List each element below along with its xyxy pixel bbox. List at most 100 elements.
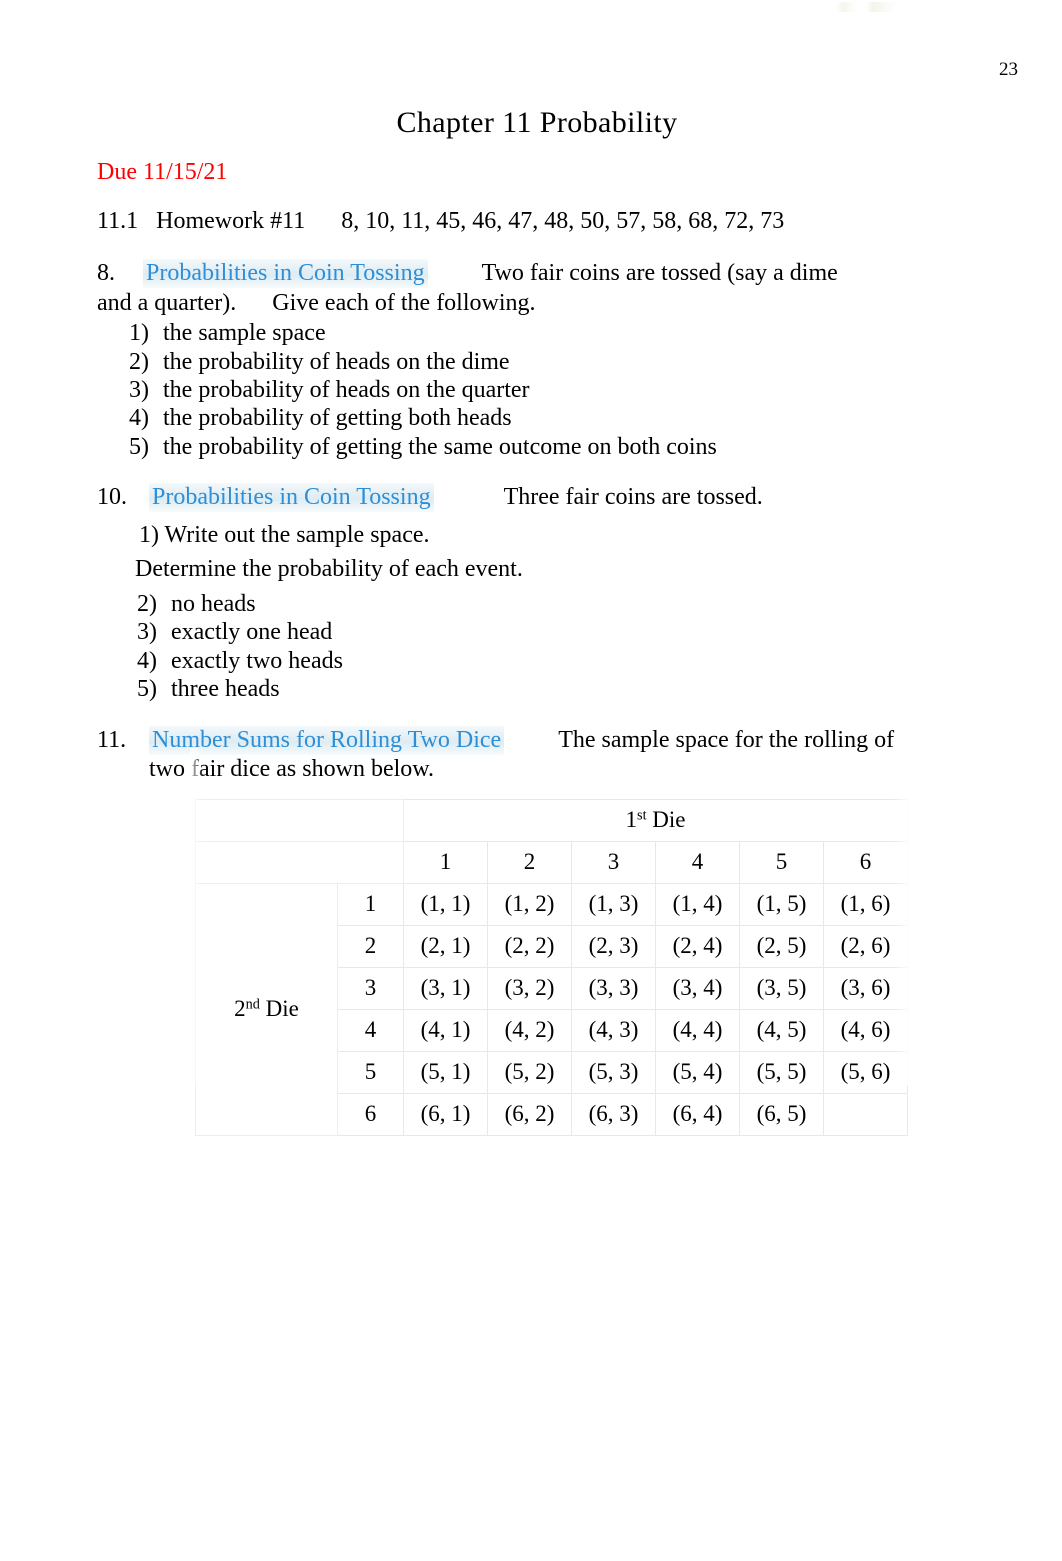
page-number: 23	[999, 59, 1018, 80]
row-header-5: 5	[337, 1050, 404, 1094]
column-header-4: 4	[655, 840, 740, 884]
second-die-header: 2nd Die	[195, 882, 338, 1136]
table-cell: (2, 2)	[487, 924, 572, 968]
list-marker: 1)	[129, 320, 149, 347]
table-cell: (6, 3)	[571, 1092, 656, 1136]
problem-11-number: 11.	[97, 726, 127, 753]
first-die-label-suffix: Die	[646, 807, 686, 832]
table-cell: (2, 1)	[403, 924, 488, 968]
list-item: 4) the probability of getting both heads	[129, 404, 977, 432]
list-item: 4) exactly two heads	[137, 647, 977, 675]
table-cell: (3, 2)	[487, 966, 572, 1010]
table-cell: (2, 5)	[739, 924, 824, 968]
row-header-1: 1	[337, 882, 404, 926]
table-row: 2nd Die 1 (1, 1) (1, 2) (1, 3) (1, 4) (1…	[195, 882, 909, 1136]
table-cell: (1, 1)	[403, 882, 488, 926]
table-cell: (2, 6)	[822, 924, 909, 968]
list-item: 3) the probability of heads on the quarte…	[129, 376, 977, 404]
column-header-3: 3	[571, 840, 656, 884]
list-item: 5) the probability of getting the same ou…	[129, 433, 977, 461]
table-cell: (2, 3)	[571, 924, 656, 968]
second-die-label-sup: nd	[245, 996, 260, 1013]
table-cell: (5, 4)	[655, 1050, 740, 1094]
row-header-2: 2	[337, 924, 404, 968]
dice-sample-space-table: 1st Die 1 2 3 4 5 6 2nd Die 1 (1, 1) (1,…	[195, 798, 909, 1136]
list-text: three heads	[171, 676, 280, 703]
table-cell: (1, 2)	[487, 882, 572, 926]
table-row-group-header: 1st Die	[195, 798, 909, 842]
dice-sample-space-table-container: 1st Die 1 2 3 4 5 6 2nd Die 1 (1, 1) (1,…	[97, 798, 977, 1136]
table-cell: (1, 6)	[822, 882, 909, 926]
problem-8: 8. Probabilities in Coin Tossing Two fair …	[97, 259, 977, 461]
problem-8-intro-a: Two fair coins are tossed (say a dime	[481, 260, 838, 287]
table-cell: (4, 3)	[571, 1008, 656, 1052]
due-date-line: Due 11/15/21	[97, 158, 228, 185]
second-die-label-suffix: Die	[259, 996, 299, 1021]
list-text: the sample space	[163, 320, 326, 347]
table-cell: (4, 6)	[822, 1008, 909, 1052]
problem-8-intro-c: Give each of the following.	[272, 289, 536, 316]
problem-8-number: 8.	[97, 260, 115, 287]
problem-11-intro-b: two fair dice as shown below.	[149, 756, 435, 783]
problem-10-title: Probabilities in Coin Tossing	[149, 483, 434, 513]
list-text: the probability of heads on the quarter	[163, 377, 530, 403]
table-cell: (5, 6)	[822, 1050, 909, 1094]
list-text: exactly one head	[171, 619, 333, 646]
problem-10-sub-list: 2) no heads 3) exactly one head 4) exactly …	[97, 590, 977, 704]
list-item: 5) three heads	[137, 675, 977, 703]
table-cell: (3, 1)	[403, 966, 488, 1010]
list-item: 1) the sample space	[129, 319, 977, 347]
homework-assignment-line: 11.1 Homework #11 8, 10, 11, 45, 46, 47,…	[97, 208, 785, 235]
second-die-label-prefix: 2	[234, 996, 246, 1021]
column-header-6: 6	[822, 840, 909, 884]
table-cell: (6, 1)	[403, 1092, 488, 1136]
table-row-column-headers: 1 2 3 4 5 6	[195, 840, 909, 884]
column-header-5: 5	[739, 840, 824, 884]
problem-10: 10. Probabilities in Coin Tossing Three fa…	[97, 483, 977, 703]
table-cell: (2, 4)	[655, 924, 740, 968]
table-cell: (3, 3)	[571, 966, 656, 1010]
table-cell: (3, 6)	[822, 966, 909, 1010]
table-cell: (3, 4)	[655, 966, 740, 1010]
document-page: 23 Chapter 11 Probability Due 11/15/21 1…	[0, 0, 1062, 1561]
problem-11-heading: 11. Number Sums for Rolling Two Dice The s…	[97, 725, 977, 756]
table-cell: (1, 4)	[655, 882, 740, 926]
document-content: Chapter 11 Probability Due 11/15/21 11.1…	[97, 104, 977, 1136]
first-die-label-prefix: 1	[625, 807, 638, 832]
list-marker: 4)	[129, 405, 149, 432]
table-cell: (5, 2)	[487, 1050, 572, 1094]
list-marker: 2)	[129, 348, 149, 375]
list-text: the probability of heads on the dime	[163, 348, 510, 375]
list-text: exactly two heads	[171, 647, 343, 674]
problem-10-intro-a: Three fair coins are tossed.	[503, 484, 763, 511]
table-cell: (4, 2)	[487, 1008, 572, 1052]
problem-11-title: Number Sums for Rolling Two Dice	[149, 725, 505, 755]
table-cell: (6, 4)	[655, 1092, 740, 1136]
problem-10-heading: 10. Probabilities in Coin Tossing Three fa…	[97, 483, 977, 513]
list-item: 2) the probability of heads on the dime	[129, 348, 977, 376]
first-die-header: 1st Die	[402, 798, 909, 842]
first-die-label-sup: st	[637, 807, 647, 824]
table-cell: (4, 5)	[739, 1008, 824, 1052]
list-marker: 2)	[137, 590, 157, 617]
list-text: no heads	[171, 590, 256, 617]
table-cell: (4, 4)	[655, 1008, 740, 1052]
list-marker: 3)	[129, 377, 149, 403]
scan-artifact	[836, 2, 896, 12]
table-corner-blank	[195, 798, 404, 842]
problem-8-heading: 8. Probabilities in Coin Tossing Two fair …	[97, 259, 977, 289]
problem-8-heading-cont: and a quarter). Give each of the followin…	[97, 289, 977, 319]
table-cell: (5, 1)	[403, 1050, 488, 1094]
table-corner-blank	[195, 840, 404, 884]
table-cell: (5, 5)	[739, 1050, 824, 1094]
problem-11-intro-a: The sample space for the rolling of	[558, 726, 895, 753]
table-cell: (3, 5)	[739, 966, 824, 1010]
row-header-3: 3	[337, 966, 404, 1010]
table-cell: (6, 5)	[739, 1092, 824, 1136]
row-header-4: 4	[337, 1008, 404, 1052]
column-header-1: 1	[403, 840, 488, 884]
problem-8-intro-b: and a quarter).	[97, 289, 237, 316]
problem-10-number: 10.	[97, 484, 127, 511]
problem-10-line-1: 1) Write out the sample space.	[139, 521, 430, 548]
row-header-6: 6	[337, 1092, 404, 1136]
